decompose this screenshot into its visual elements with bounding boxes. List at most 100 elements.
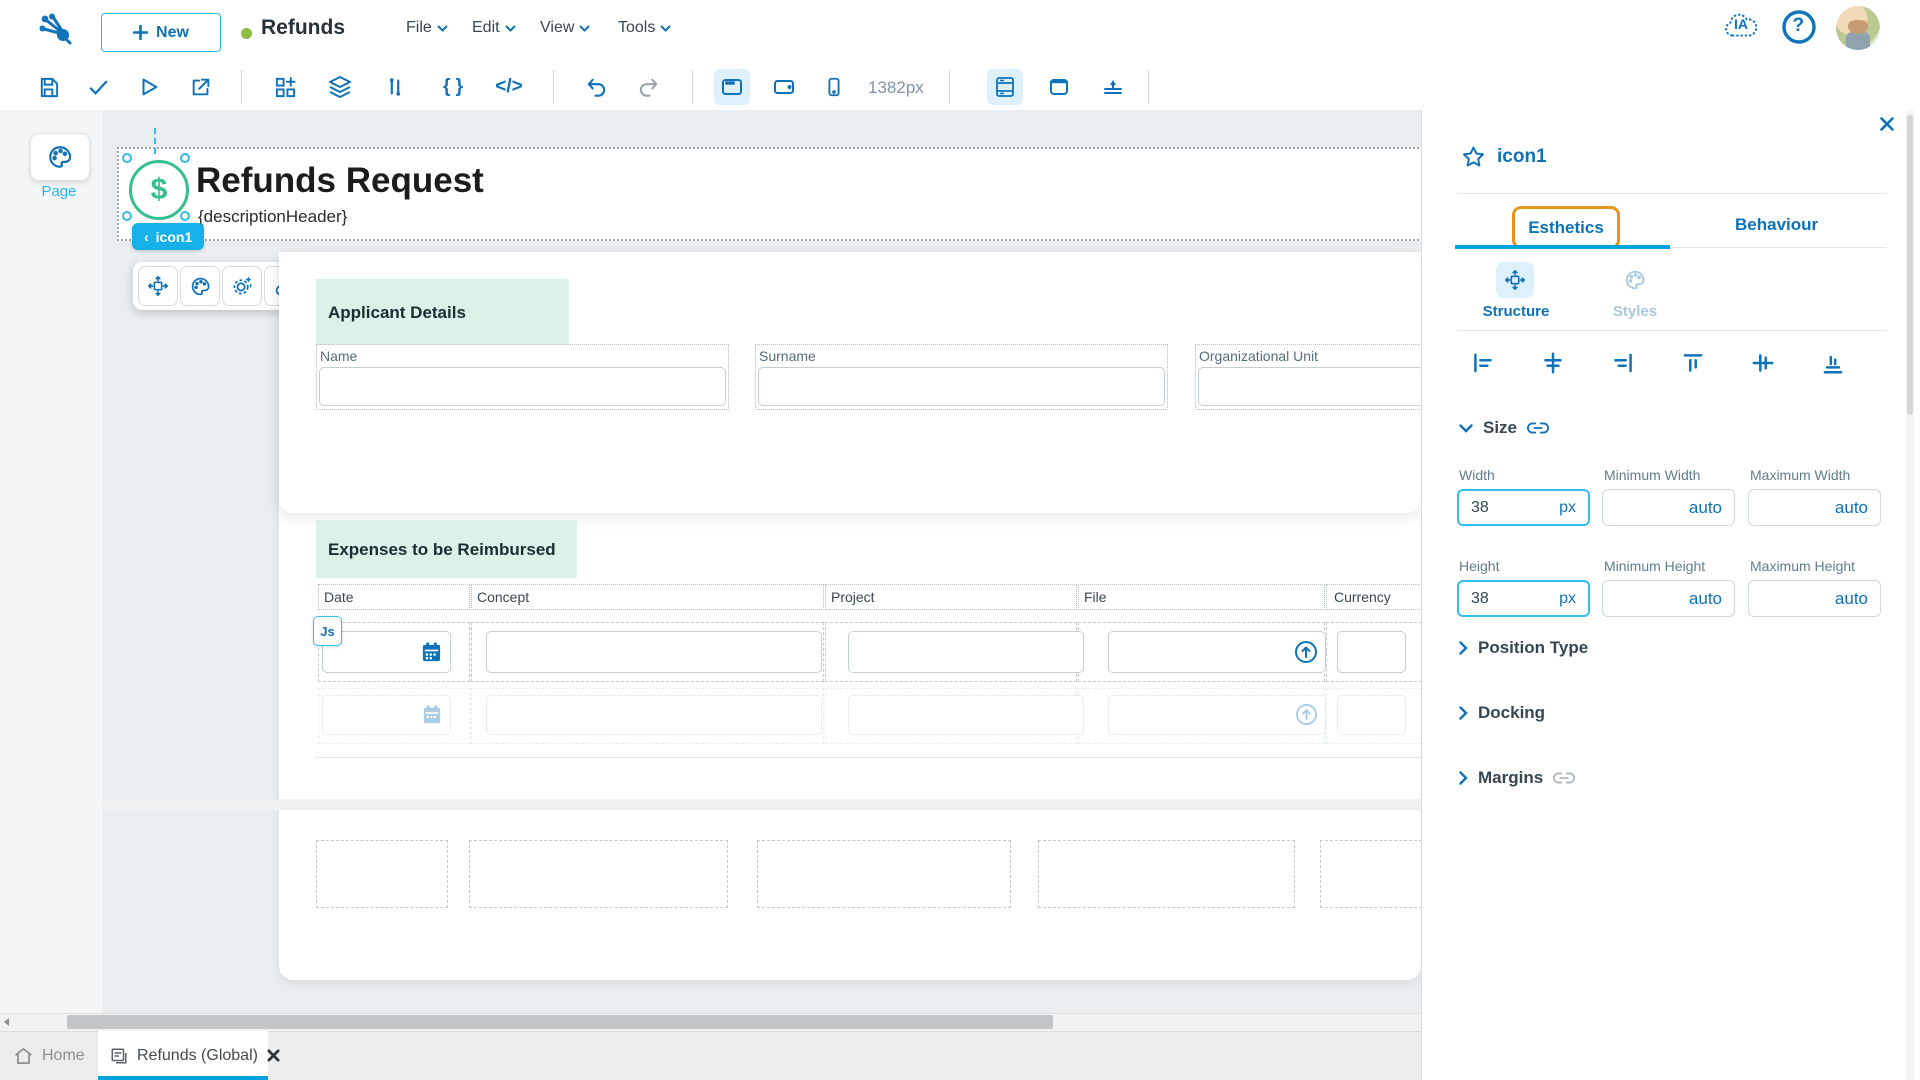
components-button[interactable] [267,69,303,105]
desktop-view-button[interactable] [714,69,750,105]
page-palette-label: Page [41,183,77,200]
help-button[interactable]: ? [1780,8,1818,46]
selection-handle-se[interactable] [180,211,190,221]
export-button[interactable] [183,69,219,105]
align-bottom-button[interactable] [1818,348,1848,378]
align-top-button[interactable] [1678,348,1708,378]
user-avatar[interactable] [1836,6,1880,50]
tab-behaviour[interactable]: Behaviour [1735,215,1818,235]
width-input[interactable]: px [1457,489,1590,526]
empty-layout-cell[interactable] [1038,840,1295,908]
empty-layout-cell[interactable] [316,840,448,908]
style-button[interactable] [180,266,220,306]
settings-button[interactable] [222,266,262,306]
align-right-button[interactable] [1608,348,1638,378]
surname-input[interactable] [758,367,1165,406]
layers-button[interactable] [322,69,358,105]
selection-handle-ne[interactable] [180,153,190,163]
calendar-icon[interactable] [421,641,442,663]
file-input[interactable] [1108,631,1326,673]
name-input[interactable] [319,367,726,406]
docking-section-header[interactable]: Docking [1459,703,1545,723]
size-section-label: Size [1483,418,1518,437]
code-icon: </> [495,76,523,97]
menu-edit[interactable]: Edit [472,16,516,40]
redo-button[interactable] [630,69,666,105]
concept-input[interactable] [486,631,822,673]
tab-refunds-global[interactable]: Refunds (Global) [110,1031,280,1080]
tablet-view-button[interactable] [766,69,802,105]
size-section-header[interactable]: Size [1459,418,1549,438]
menu-file[interactable]: File [406,16,448,40]
align-left-button[interactable] [1468,348,1498,378]
js-badge[interactable]: Js [313,616,342,646]
move-button[interactable] [138,266,178,306]
run-button[interactable] [131,69,167,105]
selected-element-badge[interactable]: ‹ icon1 [132,223,205,250]
selection-handle-sw[interactable] [122,211,132,221]
name-field-cell[interactable]: Name [316,344,729,410]
currency-input[interactable] [1337,631,1406,673]
max-width-input[interactable]: auto [1748,489,1881,526]
ai-assistant-button[interactable]: IA [1722,8,1760,46]
height-label: Height [1459,558,1500,574]
favorite-star-icon[interactable] [1461,145,1486,169]
height-input[interactable]: px [1457,580,1590,617]
org-unit-input[interactable] [1198,367,1424,406]
subtab-styles-label[interactable]: Styles [1600,303,1670,320]
empty-layout-cell[interactable] [757,840,1011,908]
frame-button[interactable] [1041,69,1077,105]
horizontal-scrollbar-thumb[interactable] [67,1015,1053,1029]
project-input[interactable] [848,631,1084,673]
merge-filter-button[interactable] [1095,69,1131,105]
page-palette-button[interactable] [30,133,90,181]
scroll-left-arrow[interactable] [2,1017,12,1027]
align-center-h-button[interactable] [1538,348,1568,378]
align-center-v-button[interactable] [1748,348,1778,378]
subtab-structure-label[interactable]: Structure [1476,303,1556,320]
layout-sections-button[interactable] [987,69,1023,105]
align-right-icon [1614,353,1632,373]
name-label: Name [320,348,358,364]
empty-layout-cell[interactable] [469,840,728,908]
validate-button[interactable] [80,69,116,105]
min-width-input[interactable]: auto [1602,489,1735,526]
app-logo-icon[interactable] [36,13,76,45]
expenses-col-currency[interactable]: Currency [1326,584,1422,610]
braces-button[interactable]: { } [435,69,471,105]
surname-field-cell[interactable]: Surname [755,344,1168,410]
upload-icon[interactable] [1294,640,1318,664]
header-dollar-icon[interactable]: $ [129,160,189,220]
menu-tools[interactable]: Tools [618,16,672,40]
max-height-input[interactable]: auto [1748,580,1881,617]
close-icon [1880,117,1894,131]
undo-button[interactable] [578,69,614,105]
min-height-input[interactable]: auto [1602,580,1735,617]
app-status-dot [241,28,252,39]
empty-layout-cell[interactable] [1320,840,1422,908]
position-type-section-header[interactable]: Position Type [1459,638,1588,658]
expenses-col-date[interactable]: Date [318,584,470,610]
selection-handle-nw[interactable] [122,153,132,163]
source-code-button[interactable]: </> [491,69,527,105]
panel-scrollbar-thumb[interactable] [1907,115,1913,415]
expenses-col-file[interactable]: File [1078,584,1325,610]
menu-view[interactable]: View [540,16,591,40]
tab-esthetics[interactable]: Esthetics [1528,218,1604,238]
home-icon [15,1047,32,1064]
expenses-col-concept[interactable]: Concept [471,584,824,610]
subtab-structure-icon[interactable] [1496,262,1534,298]
save-button[interactable] [30,69,66,105]
tab-home[interactable]: Home [14,1031,85,1080]
margins-section-header[interactable]: Margins [1459,768,1576,788]
panel-close-button[interactable] [1879,116,1895,132]
max-width-label: Maximum Width [1750,467,1851,483]
mobile-view-button[interactable] [816,69,852,105]
flow-button[interactable] [377,69,413,105]
org-unit-field-cell[interactable]: Organizational Unit [1195,344,1424,410]
ia-badge-label: IA [1734,16,1748,32]
expenses-col-project[interactable]: Project [825,584,1077,610]
subtab-styles-icon[interactable] [1616,262,1654,298]
close-tab-icon[interactable] [267,1049,280,1062]
new-button[interactable]: New [101,13,221,52]
